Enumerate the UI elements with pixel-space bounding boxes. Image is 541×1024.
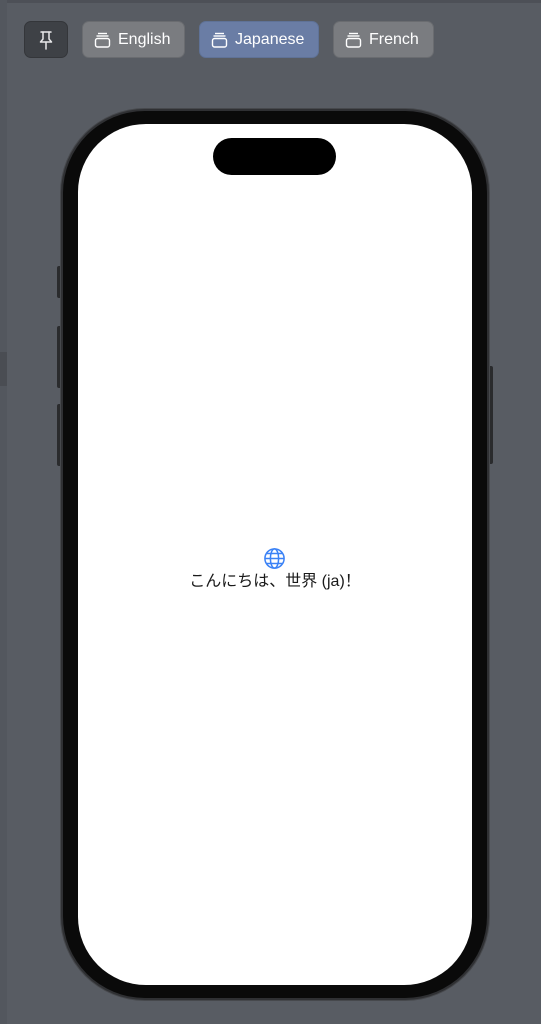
greeting-text: こんにちは、世界 (ja)！ <box>189 573 361 590</box>
preview-variant-french[interactable]: French <box>333 21 434 58</box>
preview-toolbar: English Japanese French <box>24 21 434 58</box>
preview-variant-english[interactable]: English <box>82 21 185 58</box>
globe-icon <box>264 548 285 569</box>
pin-icon <box>39 30 53 50</box>
window-stack-icon <box>94 32 111 48</box>
variant-label: French <box>369 30 419 48</box>
left-panel-handle[interactable] <box>0 352 7 386</box>
variant-label: English <box>118 30 171 48</box>
window-stack-icon <box>211 32 228 48</box>
dynamic-island <box>213 138 336 175</box>
window-stack-icon <box>345 32 362 48</box>
preview-variant-japanese[interactable]: Japanese <box>199 21 319 58</box>
device-side-button <box>487 366 493 464</box>
canvas-preview: English Japanese French こんにちは、世界 (ja)！ <box>0 0 541 1024</box>
variant-label: Japanese <box>235 30 305 48</box>
left-panel-edge[interactable] <box>0 0 7 1024</box>
pin-preview-button[interactable] <box>24 21 68 58</box>
top-edge <box>0 0 541 3</box>
